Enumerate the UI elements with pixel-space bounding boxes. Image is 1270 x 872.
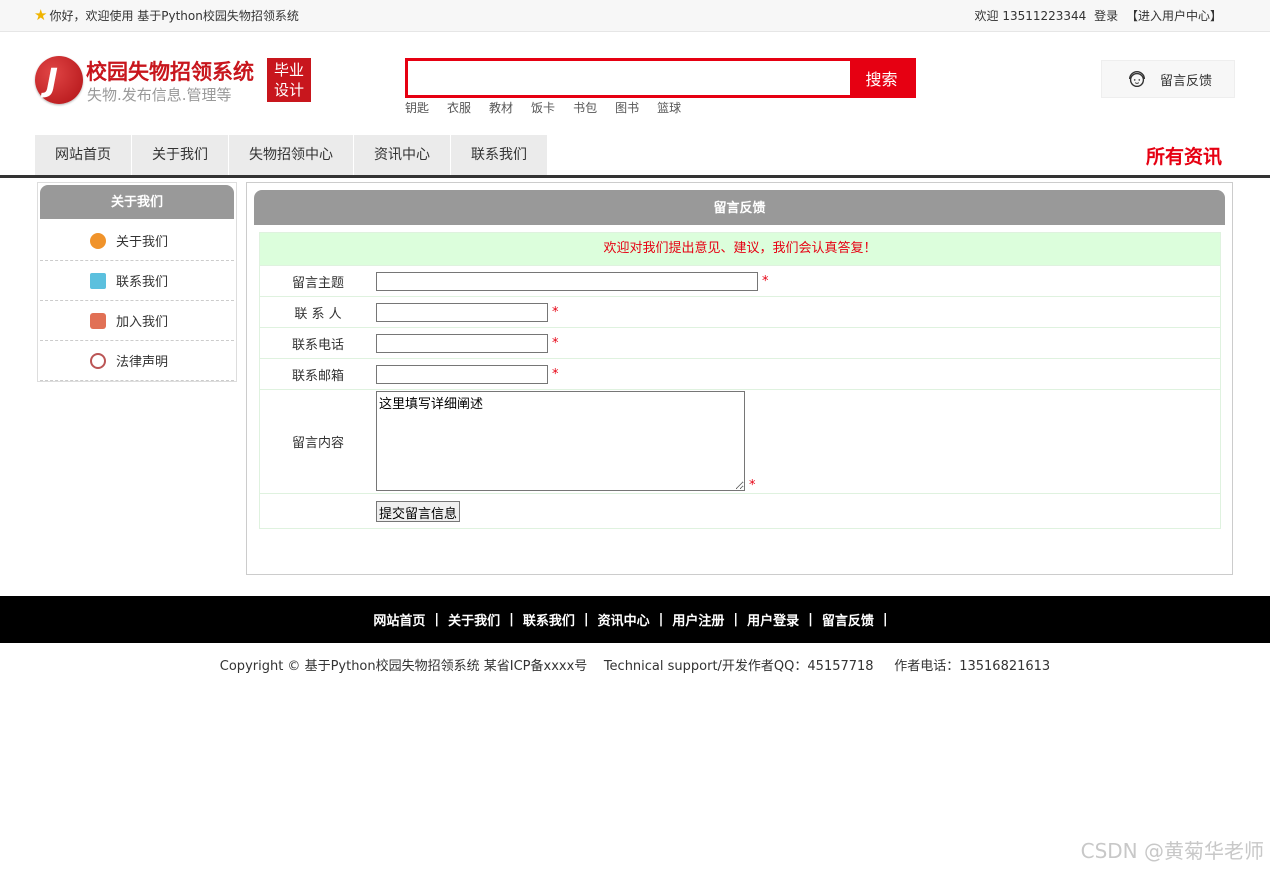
logo-icon[interactable]: J <box>35 56 83 104</box>
hot-word-meal-card[interactable]: 饭卡 <box>531 99 555 116</box>
footer-link-about[interactable]: 关于我们 <box>448 610 500 629</box>
feedback-form: 欢迎对我们提出意见、建议，我们会认真答复！ 留言主题 * 联 系 人 * 联系电… <box>259 232 1221 529</box>
power-icon <box>90 352 106 369</box>
welcome-message: 欢迎对我们提出意见、建议，我们会认真答复！ <box>260 233 1220 265</box>
nav-item-home[interactable]: 网站首页 <box>35 135 131 175</box>
clipboard-icon <box>90 272 106 289</box>
content-textarea[interactable]: 这里填写详细阐述 <box>376 391 745 491</box>
logo-tag-line2: 设计 <box>273 81 304 99</box>
greeting: ★ 你好，欢迎使用 基于Python校园失物招领系统 <box>34 7 299 24</box>
lock-icon <box>90 312 106 329</box>
sidebar-title: 关于我们 <box>40 185 234 219</box>
footer-link-feedback[interactable]: 留言反馈 <box>822 610 874 629</box>
copyright: Copyright © 基于Python校园失物招领系统 某省ICP备xxxx号… <box>219 659 1051 674</box>
required-mark: * <box>552 335 559 351</box>
orange-circle-icon <box>90 232 106 249</box>
nav-item-news[interactable]: 资讯中心 <box>354 135 450 175</box>
footer-nav: 网站首页 | 关于我们 | 联系我们 | 资讯中心 | 用户注册 | 用户登录 | 留言反馈… <box>0 596 1270 643</box>
contact-label: 联 系 人 <box>294 306 342 322</box>
footer-link-register[interactable]: 用户注册 <box>672 610 724 629</box>
submit-button[interactable]: 提交留言信息 <box>376 500 461 522</box>
sidebar: 关于我们 关于我们 联系我们 加入我们 法律声明 <box>37 182 237 382</box>
search-button[interactable]: 搜索 <box>850 61 913 95</box>
phone-input[interactable] <box>376 333 548 353</box>
greeting-text: 你好，欢迎使用 基于Python校园失物招领系统 <box>49 9 299 23</box>
feedback-panel: 留言反馈 欢迎对我们提出意见、建议，我们会认真答复！ 留言主题 * 联 系 人 … <box>246 182 1233 575</box>
user-center-link[interactable]: 【进入用户中心】 <box>1126 9 1222 23</box>
form-row-content: 留言内容 这里填写详细阐述 * <box>260 389 1220 493</box>
form-row-contact: 联 系 人 * <box>260 296 1220 327</box>
feedback-button-label: 留言反馈 <box>1160 73 1213 89</box>
footer-separator: | <box>658 612 664 627</box>
sidebar-item-label: 联系我们 <box>116 275 169 290</box>
sidebar-item-label: 法律声明 <box>116 355 169 370</box>
sidebar-item-about[interactable]: 关于我们 <box>40 221 234 261</box>
content-label: 留言内容 <box>291 436 344 451</box>
logo-tag: 毕业 设计 <box>267 58 311 102</box>
nav-item-contact[interactable]: 联系我们 <box>451 135 547 175</box>
required-mark: * <box>552 304 559 320</box>
header: J 校园失物招领系统 失物.发布信息.管理等 毕业 设计 搜索 钥匙 衣服 教材… <box>0 32 1270 132</box>
form-row-subject: 留言主题 * <box>260 265 1220 296</box>
hot-word-keys[interactable]: 钥匙 <box>405 99 429 116</box>
panel-title: 留言反馈 <box>254 190 1225 225</box>
required-mark: * <box>762 273 769 289</box>
login-link[interactable]: 登录 <box>1094 9 1118 23</box>
search-box: 搜索 <box>405 58 916 98</box>
top-bar: ★ 你好，欢迎使用 基于Python校园失物招领系统 欢迎 1351122334… <box>0 0 1270 32</box>
contact-input[interactable] <box>376 302 548 322</box>
footer-separator: | <box>808 612 813 627</box>
logo-title[interactable]: 校园失物招领系统 <box>86 56 254 86</box>
sidebar-item-label: 关于我们 <box>116 235 169 250</box>
footer-separator: | <box>434 612 440 627</box>
hot-word-books[interactable]: 图书 <box>615 99 639 116</box>
hot-words: 钥匙 衣服 教材 饭卡 书包 图书 篮球 <box>405 99 699 116</box>
form-row-phone: 联系电话 * <box>260 327 1220 358</box>
all-news-link[interactable]: 所有资讯 <box>1146 142 1222 169</box>
search-input[interactable] <box>408 61 850 95</box>
sidebar-item-legal[interactable]: 法律声明 <box>40 341 234 381</box>
headset-icon <box>1128 71 1146 88</box>
nav-item-lost-found[interactable]: 失物招领中心 <box>229 135 353 175</box>
hot-word-textbook[interactable]: 教材 <box>489 99 513 116</box>
welcome-user: 欢迎 13511223344 <box>974 9 1087 23</box>
feedback-button[interactable]: 留言反馈 <box>1101 60 1235 98</box>
email-input[interactable] <box>376 364 548 384</box>
sidebar-item-contact[interactable]: 联系我们 <box>40 261 234 301</box>
sidebar-item-join[interactable]: 加入我们 <box>40 301 234 341</box>
required-mark: * <box>749 478 756 493</box>
nav-item-about[interactable]: 关于我们 <box>132 135 228 175</box>
required-mark: * <box>552 366 559 382</box>
footer-separator: | <box>733 612 739 627</box>
phone-label: 联系电话 <box>291 337 344 353</box>
user-links: 欢迎 13511223344 登录 【进入用户中心】 <box>971 7 1223 24</box>
main-nav: 网站首页 关于我们 失物招领中心 资讯中心 联系我们 所有资讯 <box>0 132 1270 178</box>
hot-word-clothes[interactable]: 衣服 <box>447 99 471 116</box>
footer-link-news[interactable]: 资讯中心 <box>598 610 650 629</box>
logo-subtitle: 失物.发布信息.管理等 <box>87 86 232 104</box>
hot-word-basketball[interactable]: 篮球 <box>657 99 681 116</box>
form-row-submit: 提交留言信息 <box>260 493 1220 528</box>
logo-tag-line1: 毕业 <box>273 61 304 79</box>
star-icon: ★ <box>34 6 48 24</box>
footer-separator: | <box>583 612 589 627</box>
footer-separator: | <box>509 612 514 627</box>
email-label: 联系邮箱 <box>291 368 344 384</box>
footer-link-home[interactable]: 网站首页 <box>373 610 425 629</box>
footer-separator: | <box>882 612 888 627</box>
subject-input[interactable] <box>376 271 758 291</box>
sidebar-item-label: 加入我们 <box>116 315 169 330</box>
hot-word-schoolbag[interactable]: 书包 <box>573 99 597 116</box>
watermark: CSDN @黄菊华老师 <box>1080 839 1264 863</box>
form-row-email: 联系邮箱 * <box>260 358 1220 389</box>
subject-label: 留言主题 <box>291 275 344 291</box>
footer-link-contact[interactable]: 联系我们 <box>523 610 575 629</box>
footer-link-login[interactable]: 用户登录 <box>747 610 799 629</box>
